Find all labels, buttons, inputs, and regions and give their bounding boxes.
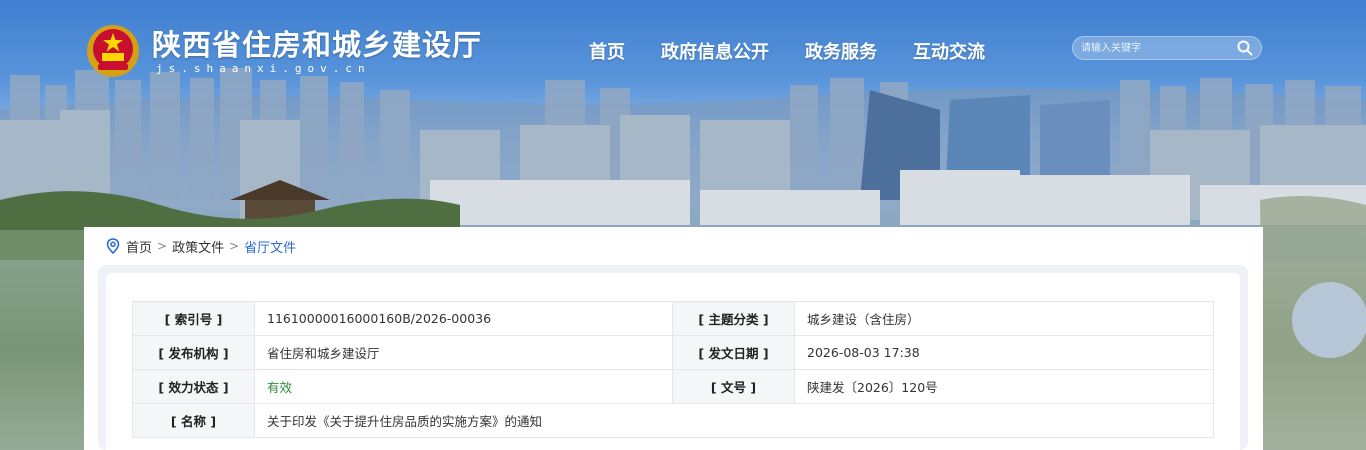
meta-label-publisher: [ 发布机构 ] [132, 335, 255, 370]
nav-item-gov-info[interactable]: 政府信息公开 [661, 38, 769, 64]
breadcrumb-separator: > [157, 239, 168, 253]
main-nav: 首页 政府信息公开 政务服务 互动交流 [589, 38, 1021, 64]
breadcrumb: 首页 > 政策文件 > 省厅文件 [106, 237, 296, 256]
search-box [1072, 36, 1262, 60]
document-card: [ 索引号 ] 11610000016000160B/2026-00036 [ … [98, 265, 1248, 450]
site-title: 陕西省住房和城乡建设厅 [152, 28, 483, 62]
meta-value-publisher: 省住房和城乡建设厅 [254, 335, 673, 370]
nav-item-gov-service[interactable]: 政务服务 [805, 38, 877, 64]
meta-label-date: [ 发文日期 ] [672, 335, 795, 370]
breadcrumb-home[interactable]: 首页 [126, 237, 152, 256]
nav-item-home[interactable]: 首页 [589, 38, 625, 64]
nav-item-interaction[interactable]: 互动交流 [913, 38, 985, 64]
site-domain: js.shaanxi.gov.cn [156, 62, 371, 75]
meta-label-topic: [ 主题分类 ] [672, 301, 795, 336]
meta-label-status: [ 效力状态 ] [132, 369, 255, 404]
meta-label-title: [ 名称 ] [132, 403, 255, 438]
meta-value-date: 2026-08-03 17:38 [794, 335, 1214, 370]
search-icon[interactable] [1237, 40, 1253, 56]
meta-value-topic: 城乡建设（含住房） [794, 301, 1214, 336]
meta-value-status: 有效 [254, 369, 673, 404]
breadcrumb-separator: > [229, 239, 240, 253]
document-card-inner: [ 索引号 ] 11610000016000160B/2026-00036 [ … [106, 273, 1240, 450]
document-meta-table: [ 索引号 ] 11610000016000160B/2026-00036 [ … [132, 301, 1214, 438]
content-panel: 首页 > 政策文件 > 省厅文件 [ 索引号 ] 116100000160001… [84, 227, 1263, 450]
meta-label-index: [ 索引号 ] [132, 301, 255, 336]
national-emblem-logo [87, 25, 139, 77]
location-pin-icon [106, 238, 120, 254]
table-row: [ 索引号 ] 11610000016000160B/2026-00036 [ … [132, 301, 1214, 336]
table-row: [ 名称 ] 关于印发《关于提升住房品质的实施方案》的通知 [132, 403, 1214, 438]
search-input[interactable] [1081, 40, 1231, 56]
meta-value-title: 关于印发《关于提升住房品质的实施方案》的通知 [254, 403, 1214, 438]
meta-label-doc-number: [ 文号 ] [672, 369, 795, 404]
table-row: [ 发布机构 ] 省住房和城乡建设厅 [ 发文日期 ] 2026-08-03 1… [132, 335, 1214, 370]
breadcrumb-policy-docs[interactable]: 政策文件 [172, 237, 224, 256]
table-row: [ 效力状态 ] 有效 [ 文号 ] 陕建发〔2026〕120号 [132, 369, 1214, 404]
meta-value-doc-number: 陕建发〔2026〕120号 [794, 369, 1214, 404]
breadcrumb-dept-docs[interactable]: 省厅文件 [244, 237, 296, 256]
meta-value-index: 11610000016000160B/2026-00036 [254, 301, 673, 336]
